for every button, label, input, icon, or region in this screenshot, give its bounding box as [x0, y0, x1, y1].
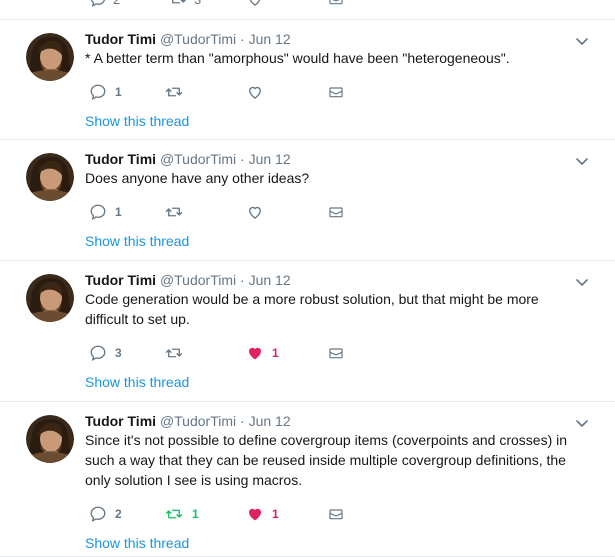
more-options-button[interactable]	[575, 34, 589, 48]
chevron-down-icon	[576, 38, 588, 45]
chevron-down-icon	[576, 279, 588, 286]
show-thread-link[interactable]: Show this thread	[85, 534, 189, 552]
avatar[interactable]	[26, 153, 74, 201]
display-name[interactable]: Tudor Timi	[85, 151, 156, 167]
handle[interactable]: @TudorTimi	[160, 31, 236, 47]
like-icon	[249, 206, 261, 219]
separator: ·	[236, 31, 249, 47]
reply-button[interactable]: 1	[89, 82, 122, 102]
message-icon	[329, 348, 343, 359]
avatar[interactable]	[26, 33, 74, 81]
previous-tweet-actions: 2 3	[0, 0, 615, 20]
tweet-header: Tudor Timi @TudorTimi · Jun 12	[85, 412, 291, 430]
reply-icon	[90, 84, 106, 101]
reply-button[interactable]: 3	[89, 343, 122, 363]
retweet-button[interactable]	[164, 82, 192, 102]
reply-button[interactable]: 1	[89, 202, 122, 222]
handle[interactable]: @TudorTimi	[160, 413, 236, 429]
like-button[interactable]	[246, 202, 272, 222]
tweet[interactable]: Tudor Timi @TudorTimi · Jun 12 Since it's…	[0, 402, 615, 557]
retweet-icon	[165, 509, 183, 519]
display-name[interactable]: Tudor Timi	[85, 413, 156, 429]
tweet-actions: 1	[85, 202, 385, 222]
like-count: 1	[272, 346, 279, 360]
message-icon	[329, 87, 343, 98]
like-count: 1	[272, 507, 279, 521]
handle[interactable]: @TudorTimi	[160, 151, 236, 167]
tweet-date[interactable]: Jun 12	[249, 151, 291, 167]
like-button[interactable]	[246, 82, 272, 102]
reply-count: 3	[115, 346, 122, 360]
show-thread-link[interactable]: Show this thread	[85, 232, 189, 250]
reply-button[interactable]: 2	[89, 0, 120, 8]
reply-icon	[90, 345, 106, 362]
avatar[interactable]	[26, 415, 74, 463]
message-button[interactable]	[328, 0, 344, 8]
message-icon	[329, 509, 343, 520]
like-icon	[249, 0, 261, 6]
reply-icon	[90, 204, 106, 221]
reply-button[interactable]: 2	[89, 504, 122, 524]
more-options-button[interactable]	[575, 416, 589, 430]
reply-count: 1	[115, 205, 122, 219]
reply-icon	[90, 0, 106, 8]
retweet-count: 1	[192, 507, 199, 521]
handle[interactable]: @TudorTimi	[160, 272, 236, 288]
retweet-icon	[165, 87, 183, 97]
retweet-button[interactable]	[164, 202, 192, 222]
tweet-header: Tudor Timi @TudorTimi · Jun 12	[85, 150, 291, 168]
more-options-button[interactable]	[575, 154, 589, 168]
message-button[interactable]	[328, 82, 344, 102]
message-icon	[329, 207, 343, 218]
retweet-icon	[165, 348, 183, 358]
show-thread-link[interactable]: Show this thread	[85, 112, 189, 130]
tweet[interactable]: Tudor Timi @TudorTimi · Jun 12 Code gener…	[0, 261, 615, 402]
message-button[interactable]	[328, 202, 344, 222]
tweet-text: Code generation would be a more robust s…	[85, 291, 539, 327]
tweet-header: Tudor Timi @TudorTimi · Jun 12	[85, 30, 291, 48]
tweet-text: * A better term than "amorphous" would h…	[85, 50, 510, 66]
like-button[interactable]	[246, 0, 264, 8]
like-icon	[249, 347, 261, 360]
tweet-date[interactable]: Jun 12	[249, 413, 291, 429]
chevron-down-icon	[576, 420, 588, 427]
separator: ·	[236, 151, 249, 167]
tweet-text: Does anyone have any other ideas?	[85, 170, 310, 186]
retweet-icon	[165, 207, 183, 217]
retweet-button[interactable]: 1	[164, 504, 199, 524]
tweet-actions: 31	[85, 343, 385, 363]
chevron-down-icon	[576, 158, 588, 165]
like-icon	[249, 508, 261, 521]
separator: ·	[236, 272, 249, 288]
more-options-button[interactable]	[575, 275, 589, 289]
like-button[interactable]: 1	[246, 504, 279, 524]
tweet[interactable]: Tudor Timi @TudorTimi · Jun 12 Does anyon…	[0, 140, 615, 261]
message-button[interactable]	[328, 343, 344, 363]
retweet-count: 3	[194, 0, 201, 7]
tweet-date[interactable]: Jun 12	[249, 31, 291, 47]
tweet-date[interactable]: Jun 12	[249, 272, 291, 288]
reply-count: 2	[115, 507, 122, 521]
tweet-header: Tudor Timi @TudorTimi · Jun 12	[85, 271, 291, 289]
like-button[interactable]: 1	[246, 343, 279, 363]
tweet-text: Since it's not possible to define coverg…	[85, 432, 568, 488]
retweet-button[interactable]	[164, 343, 192, 363]
tweet-actions: 1	[85, 82, 385, 102]
retweet-button[interactable]: 3	[168, 0, 201, 8]
separator: ·	[236, 413, 249, 429]
tweet-actions: 2 1 1	[85, 504, 385, 524]
retweet-icon	[172, 0, 187, 4]
tweet[interactable]: Tudor Timi @TudorTimi · Jun 12 * A better…	[0, 20, 615, 140]
display-name[interactable]: Tudor Timi	[85, 31, 156, 47]
display-name[interactable]: Tudor Timi	[85, 272, 156, 288]
like-icon	[249, 86, 261, 99]
avatar[interactable]	[26, 274, 74, 322]
show-thread-link[interactable]: Show this thread	[85, 373, 189, 391]
reply-icon	[90, 506, 106, 523]
reply-count: 1	[115, 85, 122, 99]
message-button[interactable]	[328, 504, 344, 524]
reply-count: 2	[113, 0, 120, 7]
message-icon	[329, 0, 343, 5]
